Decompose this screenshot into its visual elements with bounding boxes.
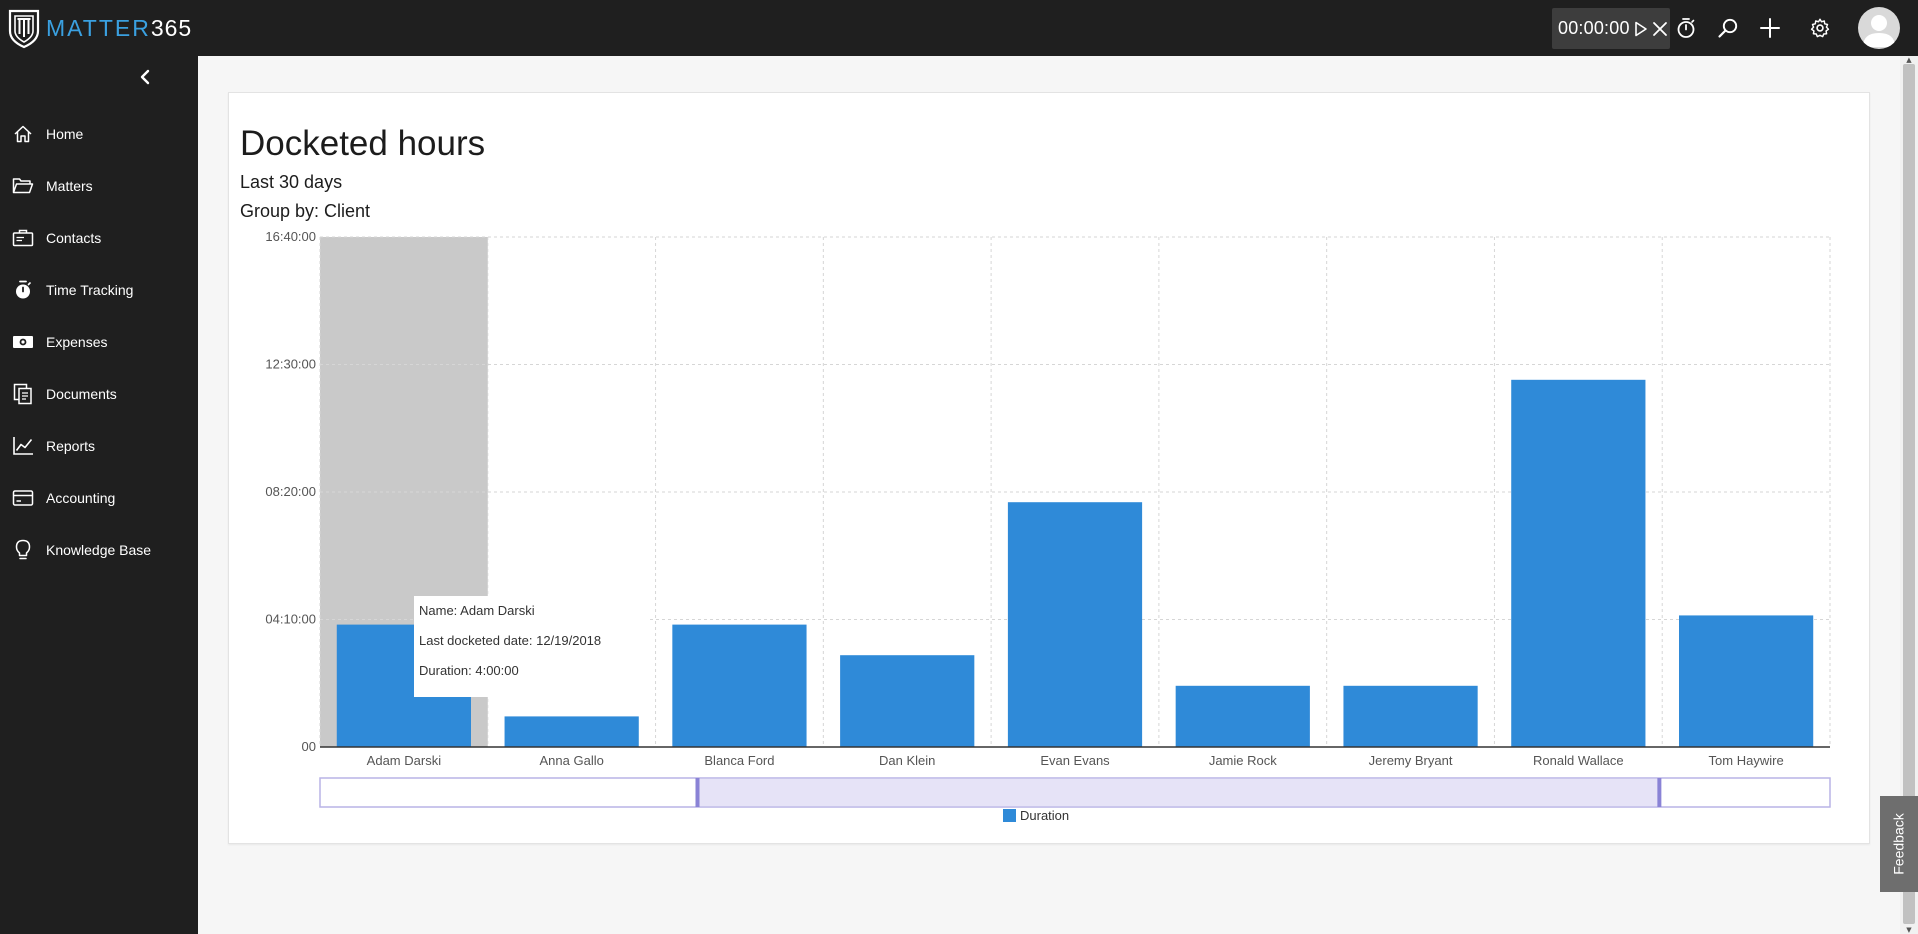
y-tick-label: 08:20:00 — [265, 484, 316, 499]
sidebar-item-contacts[interactable]: Contacts — [0, 212, 198, 264]
bar-blanca-ford[interactable] — [672, 624, 807, 747]
range-handle-left[interactable] — [695, 778, 700, 807]
sidebar-item-time-tracking[interactable]: Time Tracking — [0, 264, 198, 316]
bar-dan-klein[interactable] — [840, 655, 975, 747]
logo[interactable]: MATTER365 — [8, 6, 192, 50]
x-tick-label: Adam Darski — [367, 753, 442, 768]
x-tick-label: Tom Haywire — [1709, 753, 1784, 768]
sidebar-item-knowledge-base[interactable]: Knowledge Base — [0, 524, 198, 576]
date-range-label: Last 30 days — [240, 172, 343, 192]
scrollbar-thumb[interactable] — [1903, 64, 1915, 924]
sidebar-item-label: Reports — [46, 438, 96, 454]
sidebar-item-label: Time Tracking — [46, 282, 134, 298]
sidebar-item-label: Matters — [46, 178, 93, 194]
lightbulb-icon — [11, 538, 35, 562]
sidebar-item-label: Accounting — [46, 490, 116, 506]
close-icon[interactable] — [1652, 21, 1668, 37]
sidebar: Home Matters Contacts Time Tracking Expe… — [0, 56, 198, 934]
legend-label: Duration — [1020, 808, 1070, 823]
timer-widget: 00:00:00 — [1552, 8, 1670, 49]
x-tick-label: Ronald Wallace — [1533, 753, 1624, 768]
gear-icon[interactable] — [1806, 14, 1834, 42]
sidebar-item-label: Knowledge Base — [46, 542, 152, 558]
sidebar-item-expenses[interactable]: Expenses — [0, 316, 198, 368]
top-bar: MATTER365 00:00:00 — [0, 0, 1918, 56]
feedback-tab[interactable]: Feedback — [1880, 796, 1918, 892]
sidebar-nav: Home Matters Contacts Time Tracking Expe… — [0, 108, 198, 576]
tooltip-name: Name: Adam Darski — [419, 603, 535, 618]
bar-ronald-wallace[interactable] — [1511, 379, 1646, 747]
play-icon[interactable] — [1634, 21, 1648, 37]
chart-legend[interactable]: Duration — [1003, 808, 1069, 823]
bar-evan-evans[interactable] — [1007, 502, 1143, 747]
y-tick-label: 00 — [302, 739, 316, 754]
y-tick-label: 04:10:00 — [265, 612, 316, 627]
contacts-icon — [11, 226, 35, 250]
stopwatch-icon[interactable] — [1672, 14, 1700, 42]
page-title: Docketed hours — [240, 124, 486, 163]
bar-tom-haywire[interactable] — [1679, 615, 1814, 747]
stopwatch-icon — [11, 278, 35, 302]
sidebar-item-documents[interactable]: Documents — [0, 368, 198, 420]
legend-swatch — [1003, 809, 1016, 822]
sidebar-item-label: Home — [46, 126, 84, 142]
bar-anna-gallo[interactable] — [504, 716, 639, 747]
avatar[interactable] — [1858, 7, 1900, 49]
group-by-label: Group by: Client — [240, 201, 371, 221]
tooltip-duration: Duration: 4:00:00 — [419, 663, 519, 678]
y-tick-label: 16:40:00 — [265, 229, 316, 244]
folder-icon — [11, 174, 35, 198]
chart-tooltip: Name: Adam Darski Last docketed date: 12… — [414, 596, 650, 697]
search-icon[interactable] — [1714, 14, 1742, 42]
sidebar-item-label: Documents — [46, 386, 117, 402]
bar-jamie-rock[interactable] — [1175, 685, 1310, 747]
range-selection[interactable] — [697, 779, 1660, 806]
x-tick-label: Jamie Rock — [1209, 753, 1277, 768]
scroll-up-arrow-icon[interactable]: ▲ — [1900, 56, 1918, 64]
home-icon — [11, 122, 35, 146]
money-icon — [11, 330, 35, 354]
shield-logo-icon — [8, 9, 40, 49]
feedback-label: Feedback — [1891, 813, 1908, 875]
chart-icon — [11, 434, 35, 458]
sidebar-item-reports[interactable]: Reports — [0, 420, 198, 472]
y-tick-label: 12:30:00 — [265, 357, 316, 372]
x-tick-label: Dan Klein — [879, 753, 935, 768]
card-icon — [11, 486, 35, 510]
x-tick-label: Anna Gallo — [540, 753, 604, 768]
bar-jeremy-bryant[interactable] — [1343, 685, 1478, 747]
range-handle-right[interactable] — [1657, 778, 1662, 807]
sidebar-item-label: Contacts — [46, 230, 102, 246]
collapse-sidebar-chevron-icon[interactable] — [134, 66, 156, 88]
x-tick-label: Jeremy Bryant — [1369, 753, 1453, 768]
sidebar-item-accounting[interactable]: Accounting — [0, 472, 198, 524]
scroll-down-arrow-icon[interactable]: ▼ — [1900, 926, 1918, 934]
bar-chart: 00 04:10:00 08:20:00 12:30:00 16:40:00 Adam D… — [265, 229, 1831, 808]
sidebar-item-home[interactable]: Home — [0, 108, 198, 160]
sidebar-item-label: Expenses — [46, 334, 108, 350]
brand-name: MATTER365 — [46, 14, 193, 41]
sidebar-item-matters[interactable]: Matters — [0, 160, 198, 212]
documents-icon — [11, 382, 35, 406]
tooltip-date: Last docketed date: 12/19/2018 — [419, 633, 602, 648]
x-tick-label: Evan Evans — [1040, 753, 1110, 768]
timer-value: 00:00:00 — [1558, 18, 1630, 38]
plus-icon[interactable] — [1756, 14, 1784, 42]
x-tick-label: Blanca Ford — [704, 753, 774, 768]
